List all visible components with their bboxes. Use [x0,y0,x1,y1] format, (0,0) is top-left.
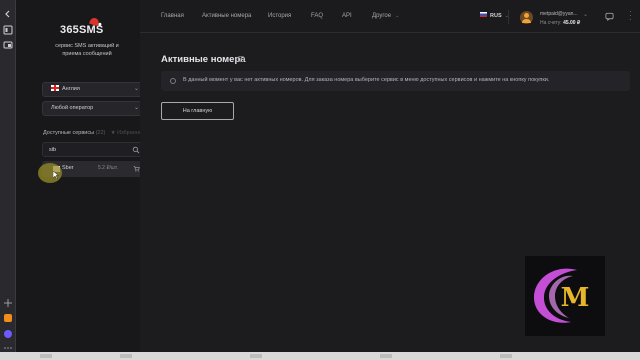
top-navigation: Главная Активные номера История FAQ API … [140,0,640,33]
search-input[interactable] [49,146,129,154]
back-icon[interactable] [3,6,13,18]
taskbar-item [380,354,392,358]
cart-icon[interactable] [133,165,140,172]
balance: На счету: 45.00 ₽ [540,20,580,26]
app-window: 365SMS сервис SMS активаций и приема соо… [0,0,640,360]
nav-active-numbers[interactable]: Активные номера [202,13,251,19]
mouse-cursor-icon [53,171,59,179]
more-icon[interactable] [3,340,13,350]
user-email[interactable]: metpaid@yyan... [540,11,578,17]
watermark-logo: M [525,256,605,336]
ru-flag-icon [480,12,487,18]
taskbar-item [40,354,52,358]
browser-side-rail [0,0,16,352]
country-label: Англия [62,86,80,92]
avatar[interactable] [520,11,533,24]
info-alert: В данный момент у вас нет активных номер… [161,71,630,91]
nav-other-label: Другое [372,13,392,19]
nav-api[interactable]: API [342,13,352,19]
tabs-icon[interactable] [3,37,13,49]
nav-home[interactable]: Главная [161,13,184,19]
taskbar-item [500,354,512,358]
home-button[interactable]: На главную [161,102,234,120]
sidebar: 365SMS сервис SMS активаций и приема соо… [16,0,145,352]
balance-label: На счету: [540,20,562,26]
operator-label: Любой оператор [51,105,94,111]
language-label: RUS [490,13,502,19]
watermark-m-icon: M [533,268,590,323]
balance-value: 45.00 ₽ [563,20,581,26]
badge-icon [237,56,245,62]
page-title: Активные номера [161,54,246,65]
search-icon[interactable] [132,146,140,154]
info-icon [170,78,176,84]
app-orange-icon[interactable] [3,310,13,322]
chevron-down-icon: ⌄ [133,105,139,111]
watermark-letter: M [561,283,590,313]
alert-text: В данный момент у вас нет активных номер… [183,77,550,83]
services-header: Доступные сервисы (22) ★ Избранное [43,130,145,136]
taskbar-item [250,354,262,358]
chevron-down-icon[interactable]: ⌄ [583,11,588,18]
nav-faq[interactable]: FAQ [311,13,323,19]
divider [508,10,509,24]
panel-icon[interactable] [3,22,13,35]
more-menu-icon[interactable]: · · · [629,8,632,24]
service-price: 5.2 ₽/шт. [98,165,119,171]
add-icon[interactable] [3,295,13,307]
service-search [42,142,145,157]
logo[interactable]: 365SMS [60,16,103,36]
tagline: сервис SMS активаций и приема сообщений [55,43,119,57]
services-title: Доступные сервисы [43,130,95,136]
nav-history[interactable]: История [268,13,291,19]
operator-select[interactable]: Любой оператор ⌄ [42,101,145,116]
language-switch[interactable]: RUS ⌄ [480,12,509,19]
taskbar-item [120,354,132,358]
chevron-down-icon: ⌄ [133,86,139,92]
nav-other[interactable]: Другое ⌄ [372,13,399,19]
country-select[interactable]: Англия ⌄ [42,82,145,97]
uk-flag-icon [51,84,59,91]
taskbar-strip [0,352,640,360]
chat-icon[interactable] [605,12,614,21]
chevron-down-icon: ⌄ [395,13,400,19]
services-count: (22) [95,130,106,136]
app-purple-icon[interactable] [3,326,13,338]
service-name: Sber [62,165,74,171]
